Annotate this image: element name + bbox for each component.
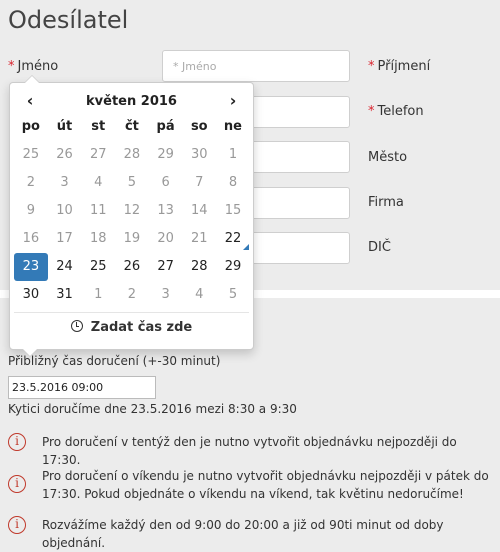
calendar-day[interactable]: 9 [14,197,48,225]
calendar-day[interactable]: 5 [115,169,149,197]
calendar-day[interactable]: 24 [48,253,82,281]
calendar-day[interactable]: 26 [115,253,149,281]
calendar-day[interactable]: 1 [216,141,250,169]
weekday-header: st [91,119,106,134]
calendar-day[interactable]: 15 [216,197,250,225]
calendar-day[interactable]: 4 [81,169,115,197]
calendar-day[interactable]: 29 [149,141,183,169]
calendar-day[interactable]: 5 [216,281,250,309]
calendar-day[interactable]: 11 [81,197,115,225]
calendar-day[interactable]: 16 [14,225,48,253]
weekday-header: pá [156,119,175,134]
delivery-datetime-input[interactable]: 23.5.2016 09:00 [8,376,156,399]
calendar-day[interactable]: 20 [149,225,183,253]
set-time-button[interactable]: Zadat čas zde [10,320,253,335]
calendar-day[interactable]: 4 [182,281,216,309]
calendar-day[interactable]: 13 [149,197,183,225]
calendar-day[interactable]: 19 [115,225,149,253]
section-title: Odesílatel [8,6,129,34]
info-icon: i [8,516,26,534]
delivery-note: Kytici doručíme dne 23.5.2016 mezi 8:30 … [8,402,297,416]
weekday-header: út [56,119,73,134]
calendar-day[interactable]: 22 [216,225,250,253]
next-month-button[interactable]: › [221,91,245,110]
calendar-day[interactable]: 27 [149,253,183,281]
dic-label: DIČ [368,240,391,255]
calendar-day[interactable]: 1 [81,281,115,309]
prijmeni-label: * Příjmení [368,59,431,74]
jmeno-input[interactable]: * Jméno [162,50,350,82]
day-selected[interactable]: 23 [14,253,48,281]
calendar-day[interactable]: 31 [48,281,82,309]
calendar-day[interactable]: 30 [14,281,48,309]
info-icon: i [8,433,26,451]
delivery-time-label: Přibližný čas doručení (+-30 minut) [8,354,221,368]
calendar-day[interactable]: 17 [48,225,82,253]
calendar-day[interactable]: 12 [115,197,149,225]
clock-icon [70,320,83,332]
calendar-day[interactable]: 28 [115,141,149,169]
info-icon: i [8,475,26,493]
weekday-header: po [21,119,40,134]
weekday-header: ne [223,119,242,134]
calendar-day[interactable]: 18 [81,225,115,253]
calendar-day[interactable]: 10 [48,197,82,225]
calendar-day[interactable]: 29 [216,253,250,281]
jmeno-label: * Jméno [8,59,59,74]
telefon-label: * Telefon [368,104,424,119]
firma-label: Firma [368,195,404,210]
info-weekend: i Pro doručení o víkendu je nutno vytvoř… [8,467,498,503]
calendar-day[interactable]: 3 [48,169,82,197]
calendar-day[interactable]: 27 [81,141,115,169]
calendar-grid: po út st čt pá so ne 25 26 27 28 29 30 1 2 3 4 5 6 7 8 9 10 11 1… [14,113,250,309]
mesto-label: Město [368,150,408,165]
calendar-day[interactable]: 21 [182,225,216,253]
month-label[interactable]: květen 2016 [10,94,253,109]
calendar-day[interactable]: 30 [182,141,216,169]
calendar-day[interactable]: 7 [182,169,216,197]
calendar-day[interactable]: 3 [149,281,183,309]
calendar-day[interactable]: 28 [182,253,216,281]
weekday-header: čt [124,119,139,134]
calendar-day[interactable]: 25 [81,253,115,281]
calendar-day[interactable]: 26 [48,141,82,169]
today-marker [242,244,249,250]
calendar-day[interactable]: 14 [182,197,216,225]
weekday-header: so [190,119,208,134]
calendar-day[interactable]: 2 [14,169,48,197]
info-same-day: i Pro doručení v tentýž den je nutno vyt… [8,433,498,467]
calendar-day[interactable]: 2 [115,281,149,309]
calendar-day[interactable]: 25 [14,141,48,169]
datepicker-popup: ‹ květen 2016 › po út st čt pá so ne 25 26 27 28 29… [9,75,254,357]
calendar-day[interactable]: 6 [149,169,183,197]
calendar-day[interactable]: 8 [216,169,250,197]
info-delivery-hours: i Rozvážíme každý den od 9:00 do 20:00 a… [8,516,498,550]
